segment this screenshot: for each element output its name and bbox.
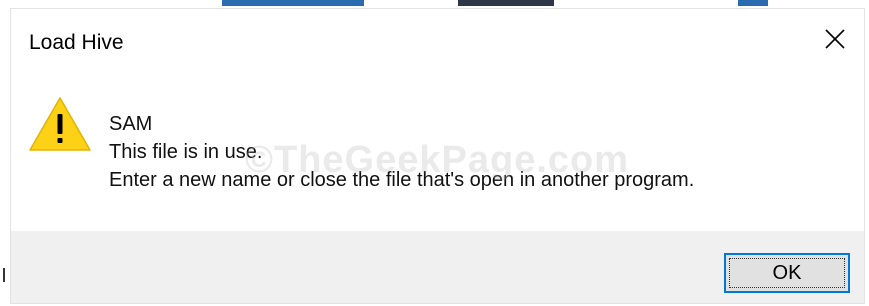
close-icon xyxy=(825,29,845,49)
dialog-footer: OK xyxy=(11,231,864,303)
background-window-strip xyxy=(222,0,364,6)
instruction-message-text: Enter a new name or close the file that'… xyxy=(109,169,695,191)
load-hive-dialog: Load Hive SAM This file is in use. Enter… xyxy=(10,8,865,304)
status-message-text: This file is in use. xyxy=(109,141,263,163)
ok-button-label: OK xyxy=(729,258,845,288)
screen: Load Hive SAM This file is in use. Enter… xyxy=(0,0,869,306)
warning-triangle-icon xyxy=(29,97,91,151)
background-window-strip xyxy=(738,0,768,6)
dialog-title: Load Hive xyxy=(29,31,124,54)
dialog-content: SAM This file is in use. Enter a new nam… xyxy=(11,73,864,231)
message-block: SAM This file is in use. Enter a new nam… xyxy=(109,110,694,194)
background-window-edge xyxy=(0,0,10,306)
dialog-title-bar[interactable]: Load Hive xyxy=(11,9,864,73)
background-window-tick xyxy=(3,268,5,282)
background-window-strip xyxy=(458,0,554,6)
close-button[interactable] xyxy=(804,9,864,69)
ok-button[interactable]: OK xyxy=(724,253,850,293)
file-name-text: SAM xyxy=(109,113,153,135)
